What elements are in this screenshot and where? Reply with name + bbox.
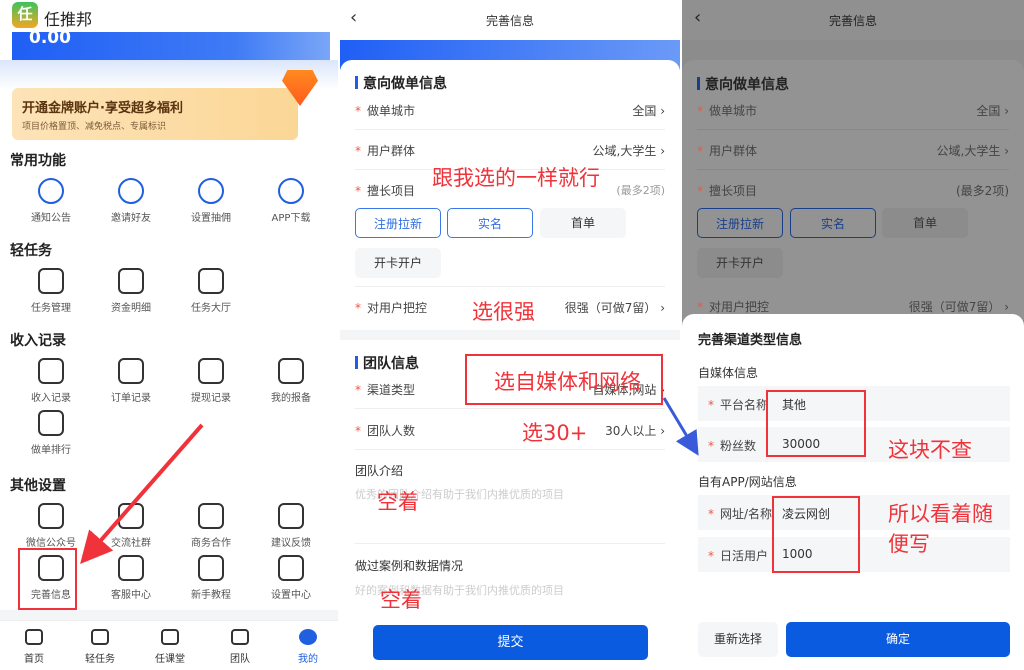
app-title: 任推邦 <box>44 10 93 29</box>
app-logo: 任 <box>12 2 38 28</box>
blue-arrow <box>662 397 699 456</box>
annotation-arrows <box>80 397 699 565</box>
red-arrow <box>80 423 204 565</box>
app-header: 任 任推邦 <box>0 0 338 32</box>
